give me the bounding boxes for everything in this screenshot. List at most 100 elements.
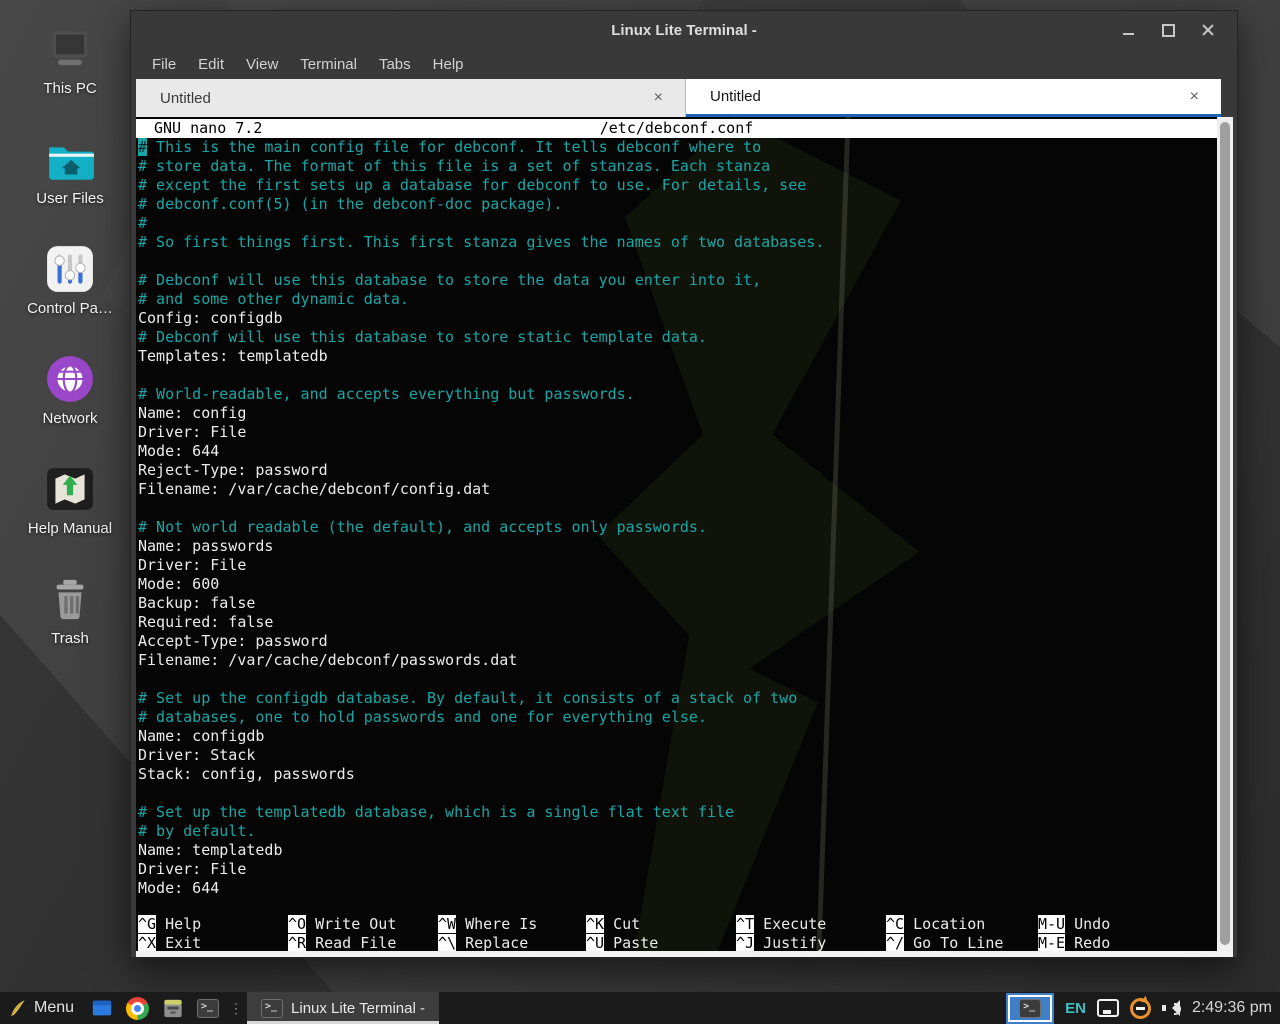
nano-shortcut: ^W Where Is [438,915,537,934]
home-folder-icon [8,128,132,184]
taskbar-window-button[interactable]: Linux Lite Terminal - [247,992,439,1024]
menu-view[interactable]: View [235,56,289,73]
terminal-icon [261,999,283,1018]
shortcut-column: ^O Write Out^R Read File [288,915,396,953]
editor-line: # Debconf will use this database to stor… [138,328,1217,347]
desktop-icon-label: Trash [8,630,132,647]
shortcut-key: ^W [438,915,456,933]
menu-tabs[interactable]: Tabs [368,56,422,73]
terminal-icon [197,999,219,1018]
taskbar-window-label: Linux Lite Terminal - [291,1000,425,1017]
desktop-icon-trash[interactable]: Trash [8,568,132,678]
editor-line [138,784,1217,803]
tab-close-icon[interactable]: × [1168,88,1221,106]
desktop-icon-control-panel[interactable]: Control Pa… [8,238,132,348]
editor-line: # Set up the configdb database. By defau… [138,689,1217,708]
editor-line: # Not world readable (the default), and … [138,518,1217,537]
editor-line: # databases, one to hold passwords and o… [138,708,1217,727]
terminal-icon [1019,999,1041,1018]
nano-filename: /etc/debconf.conf [136,119,1217,138]
nano-shortcut-bar: ^G Help^X Exit ^O Write Out^R Read File ^W… [138,915,1217,953]
updates-icon[interactable] [1130,998,1151,1019]
nano-shortcut: ^O Write Out [288,915,396,934]
editor-line: Reject-Type: password [138,461,1217,480]
taskbar-separator: ⋮ [225,1000,247,1017]
editor-line: # So first things first. This first stan… [138,233,1217,252]
shortcut-column: ^T Execute^J Justify [736,915,826,953]
editor-line: Driver: File [138,860,1217,879]
chrome-icon [126,997,149,1020]
editor-line: Stack: config, passwords [138,765,1217,784]
shortcut-key: ^T [736,915,754,933]
editor-line [138,366,1217,385]
menu-terminal[interactable]: Terminal [289,56,368,73]
desktop-icon-this-pc[interactable]: This PC [8,18,132,128]
shortcut-column: ^W Where Is^\ Replace [438,915,537,953]
volume-icon[interactable] [1162,1000,1181,1016]
tab-label: Untitled [686,88,1168,105]
menu-file[interactable]: File [141,56,187,73]
shortcut-column: ^K Cut^U Paste [586,915,658,953]
minimize-button[interactable] [1115,17,1141,43]
close-button[interactable] [1195,17,1221,43]
text-cursor: # [138,138,147,156]
desktop-icon-user-files[interactable]: User Files [8,128,132,238]
shortcut-key: ^X [138,934,156,952]
editor-line: # store data. The format of this file is… [138,157,1217,176]
launcher-file-manager[interactable] [161,997,185,1020]
nano-shortcut: ^K Cut [586,915,658,934]
tray-terminal-indicator-frame [1008,995,1052,1022]
menu-edit[interactable]: Edit [187,56,235,73]
editor-line: Name: passwords [138,537,1217,556]
scrollbar[interactable] [1217,117,1233,953]
menu-button-label: Menu [34,999,74,1017]
nano-shortcut: ^C Location [886,915,1003,934]
tab-label: Untitled [136,90,632,107]
editor-line: # by default. [138,822,1217,841]
editor-line: # [138,214,1217,233]
menu-help[interactable]: Help [422,56,475,73]
tab-untitled-1[interactable]: Untitled × [136,79,686,117]
shortcut-column: ^G Help^X Exit [138,915,201,953]
desktop-icon-label: Network [8,410,132,427]
tab-bar: Untitled × Untitled × [136,79,1221,117]
editor-line: Accept-Type: password [138,632,1217,651]
tab-untitled-2[interactable]: Untitled × [686,79,1221,117]
workspace-icon[interactable] [1097,999,1119,1017]
nano-shortcut: ^T Execute [736,915,826,934]
window-titlebar[interactable]: Linux Lite Terminal - [131,11,1237,49]
window-title: Linux Lite Terminal - [131,22,1237,39]
editor-line: Name: config [138,404,1217,423]
shortcut-key: ^G [138,915,156,933]
launcher-terminal[interactable] [197,999,219,1018]
control-panel-icon [8,238,132,294]
editor-lines: # This is the main config file for debco… [136,138,1217,898]
editor-line [138,670,1217,689]
launcher-desktop[interactable] [90,997,114,1019]
editor-line [138,499,1217,518]
editor-line: Required: false [138,613,1217,632]
tray-terminal-indicator[interactable] [1006,993,1054,1024]
desktop-icon-label: Control Pa… [8,300,132,317]
scrollbar-thumb[interactable] [1220,122,1230,945]
linux-lite-logo-icon [8,996,27,1020]
maximize-button[interactable] [1155,17,1181,43]
terminal-window: Linux Lite Terminal - File Edit View Ter… [130,10,1238,958]
window-controls [1115,17,1237,43]
tab-close-icon[interactable]: × [632,89,685,107]
desktop-icon-column: This PC User Files Control Pa… Network H… [8,18,132,678]
terminal-content[interactable]: GNU nano 7.2 /etc/debconf.conf # This is… [136,117,1217,953]
launcher-chrome[interactable] [126,997,149,1020]
blue-window-icon [90,997,114,1019]
desktop-icon-help-manual[interactable]: Help Manual [8,458,132,568]
shortcut-key: ^K [586,915,604,933]
editor-line: # debconf.conf(5) (in the debconf-doc pa… [138,195,1217,214]
help-manual-icon [8,458,132,514]
editor-line: # World-readable, and accepts everything… [138,385,1217,404]
editor-line: Name: templatedb [138,841,1217,860]
network-globe-icon [8,348,132,404]
menu-button[interactable]: Menu [0,992,84,1024]
keyboard-layout-indicator[interactable]: EN [1065,1000,1086,1017]
desktop-icon-network[interactable]: Network [8,348,132,458]
window-bottom-edge [136,951,1233,957]
